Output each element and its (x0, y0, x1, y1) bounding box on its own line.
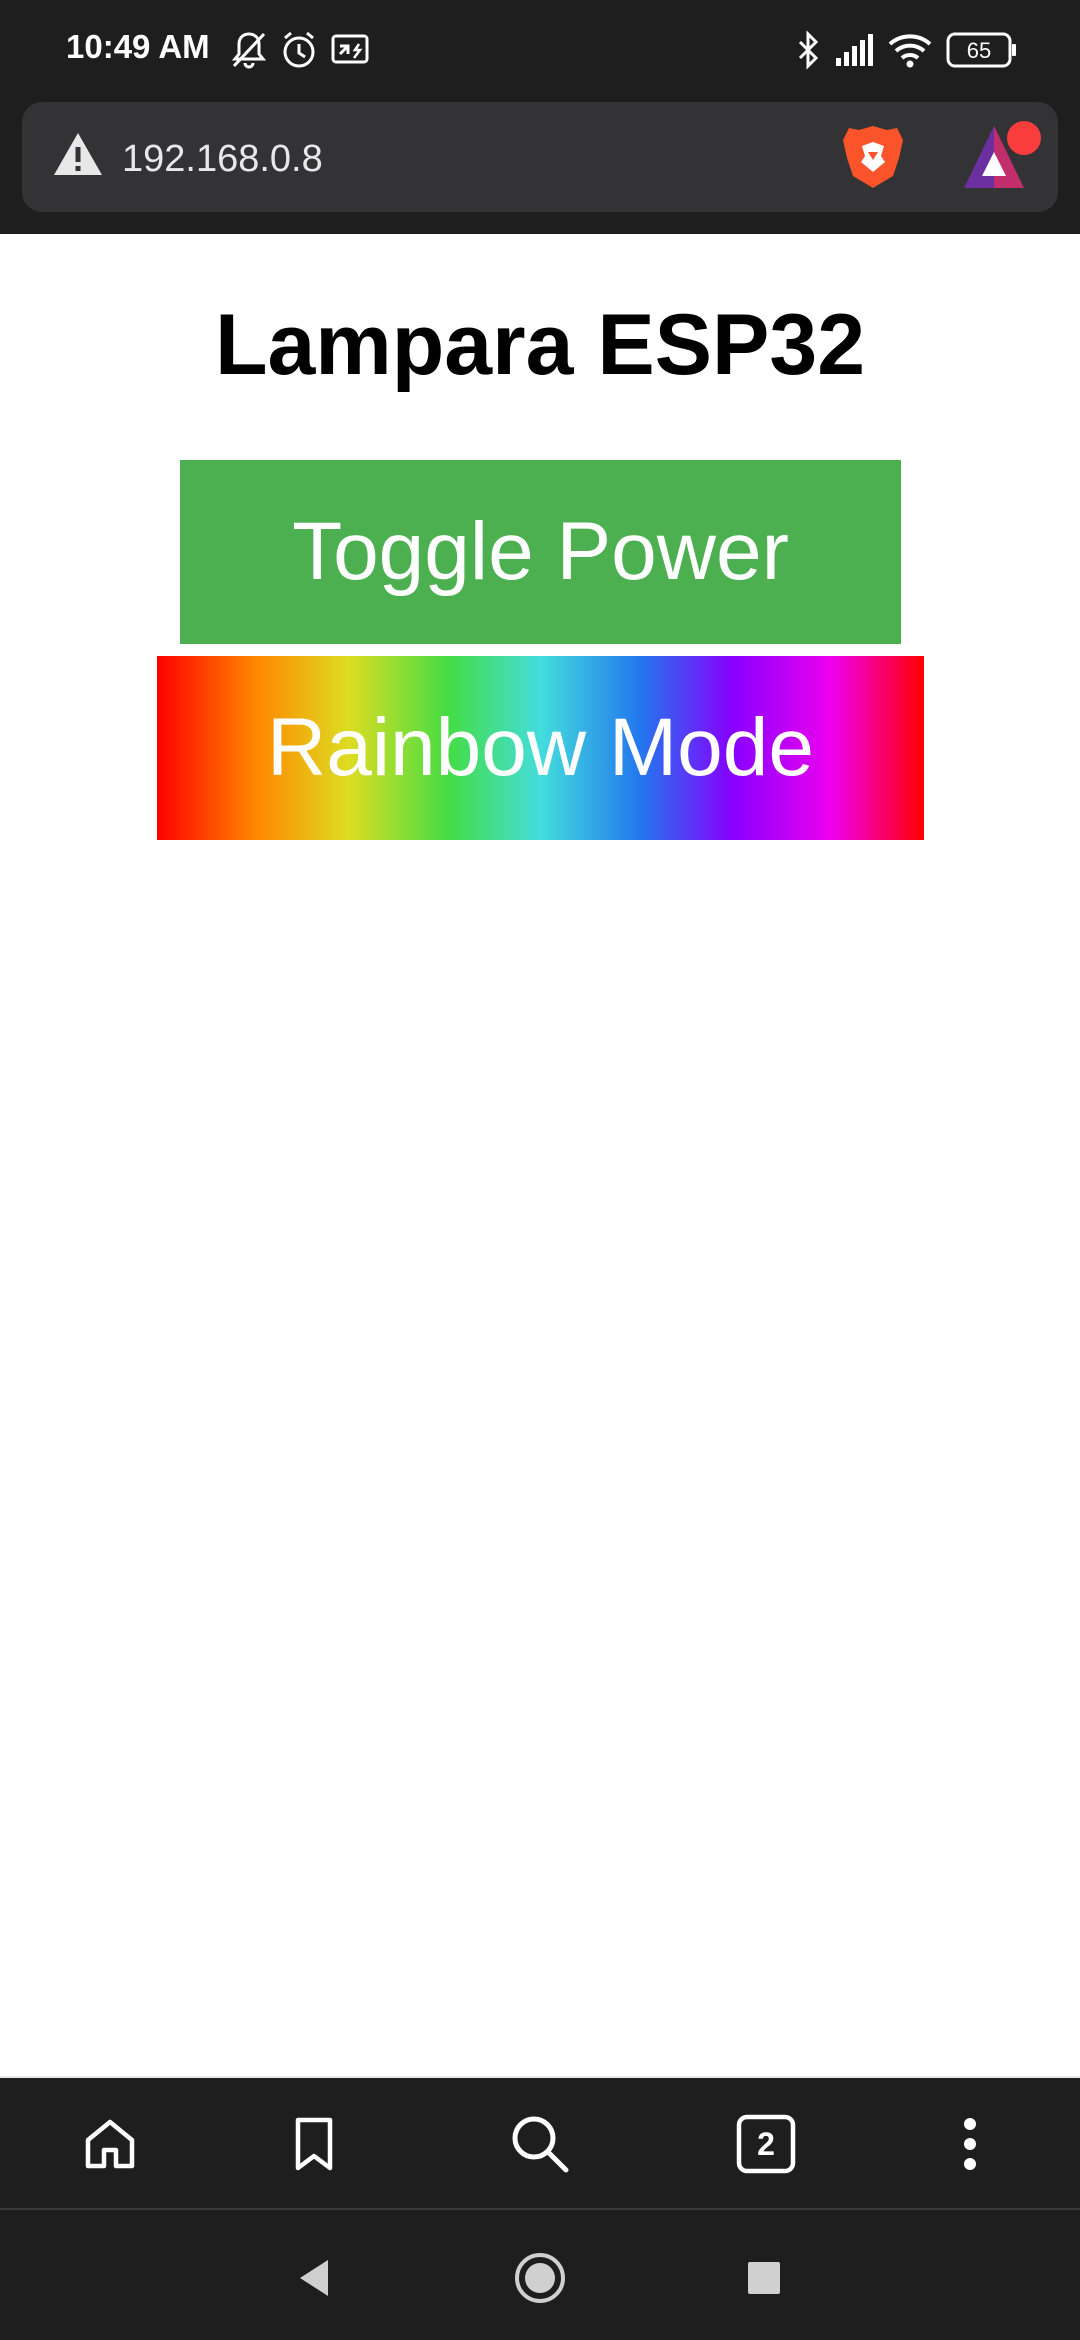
url-text[interactable]: 192.168.0.8 (122, 138, 323, 181)
address-bar[interactable]: 192.168.0.8 (22, 102, 1058, 212)
brave-rewards-icon[interactable] (962, 118, 1046, 201)
recents-icon[interactable] (736, 2250, 792, 2306)
status-time: 10:49 AM (66, 28, 210, 65)
mute-icon (230, 30, 268, 75)
browser-bottom-nav: 2 (0, 2076, 1080, 2210)
battery-icon: 65 (946, 32, 1018, 73)
rainbow-mode-button[interactable]: Rainbow Mode (157, 656, 924, 840)
bluetooth-icon (796, 30, 822, 75)
toggle-power-button[interactable]: Toggle Power (180, 460, 901, 644)
page-title: Lampara ESP32 (214, 297, 866, 393)
brave-shield-icon[interactable] (840, 122, 906, 197)
tab-count: 2 (757, 2126, 775, 2162)
battery-level: 65 (967, 38, 991, 63)
home-circle-icon[interactable] (512, 2250, 568, 2306)
status-bar: 10:49 AM 65 (0, 0, 1080, 100)
alarm-icon (280, 30, 318, 75)
back-icon[interactable] (286, 2250, 342, 2306)
home-icon[interactable] (74, 2108, 146, 2180)
signal-icon (834, 30, 874, 75)
system-nav-bar (0, 2210, 1080, 2340)
bookmark-icon[interactable] (278, 2108, 350, 2180)
browser-toolbar: 192.168.0.8 (0, 100, 1080, 234)
screen-mirror-icon (330, 30, 370, 75)
warning-icon[interactable] (52, 130, 104, 183)
web-content: Lampara ESP32 Toggle Power Rainbow Mode (0, 234, 1080, 2076)
wifi-icon (888, 30, 932, 75)
search-icon[interactable] (504, 2108, 576, 2180)
menu-icon[interactable] (934, 2108, 1006, 2180)
tabs-icon[interactable]: 2 (730, 2108, 802, 2180)
